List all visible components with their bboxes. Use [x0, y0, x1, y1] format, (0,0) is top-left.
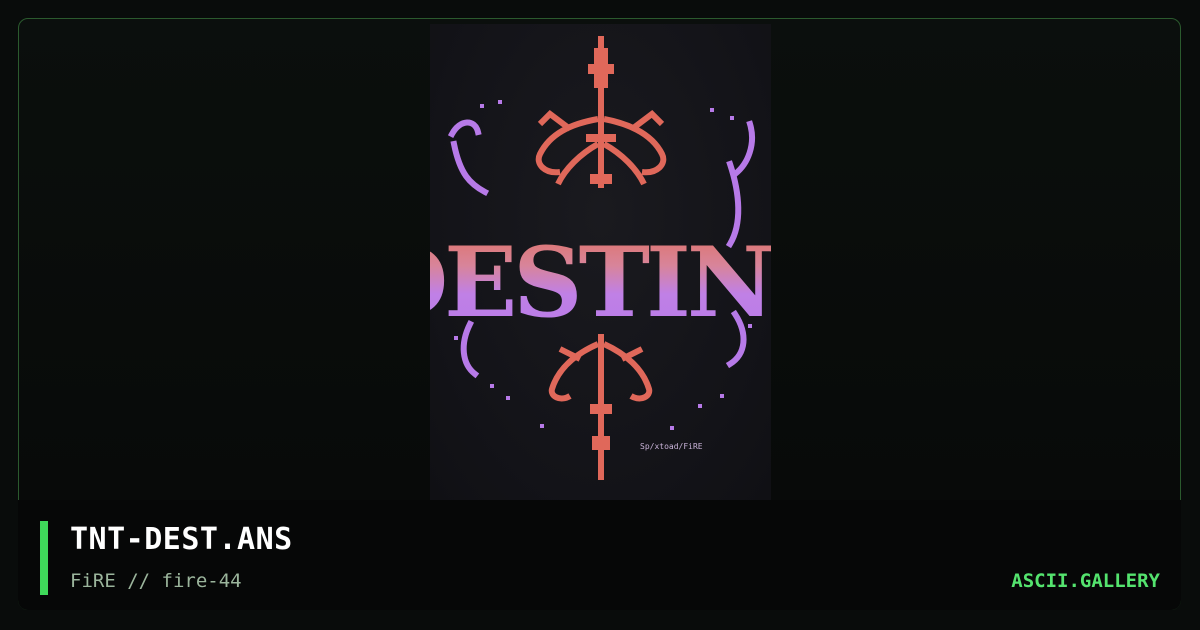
artwork-credits: FiRE // fire-44 — [70, 570, 242, 592]
ansi-artwork-image: DESTINY Sp/xtoad/FiRE — [430, 36, 771, 480]
bottom-ornament — [590, 334, 612, 480]
artwork-title: TNT-DEST.ANS — [70, 522, 293, 557]
artwork-signature: Sp/xtoad/FiRE — [640, 442, 703, 451]
ansi-artwork-preview[interactable]: DESTINY Sp/xtoad/FiRE — [430, 24, 771, 500]
top-ornament — [586, 36, 616, 188]
site-name-link[interactable]: ASCII.GALLERY — [1011, 568, 1160, 594]
artwork-logo-text: DESTINY — [430, 226, 771, 339]
accent-bar — [40, 521, 48, 595]
